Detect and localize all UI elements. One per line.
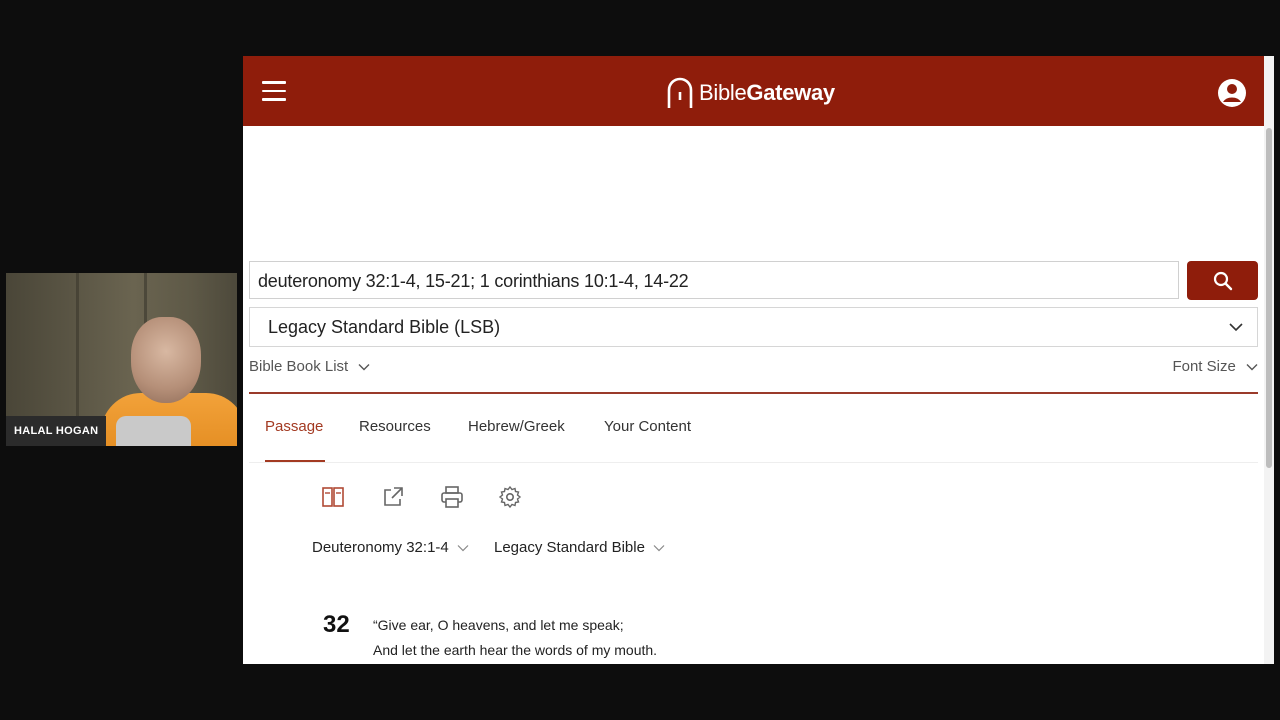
tab-resources[interactable]: Resources xyxy=(359,418,431,435)
scrollbar[interactable] xyxy=(1264,56,1274,664)
version-selected: Legacy Standard Bible (LSB) xyxy=(268,317,501,337)
scrollbar-thumb[interactable] xyxy=(1266,128,1272,468)
search-icon xyxy=(1213,271,1232,290)
passage-panel: Deuteronomy 32:1-4 Legacy Standard Bible… xyxy=(249,462,1258,664)
site-logo[interactable]: BibleGateway xyxy=(665,76,835,110)
search-button[interactable] xyxy=(1187,261,1258,300)
passage-reference-select[interactable]: Deuteronomy 32:1-4 xyxy=(312,539,469,556)
participant-face xyxy=(131,317,201,403)
settings-icon[interactable] xyxy=(498,485,522,509)
webcam-tile: HALAL HOGAN xyxy=(6,273,237,446)
bible-book-list-link[interactable]: Bible Book List xyxy=(249,358,370,375)
chevron-down-icon xyxy=(1229,323,1243,332)
chapter-number: 32 xyxy=(323,611,350,638)
verse-line: And let the earth hear the words of my m… xyxy=(373,642,658,658)
passage-tabs: Passage Resources Hebrew/Greek Your Cont… xyxy=(249,396,1258,462)
verse-line: “Give ear, O heavens, and let me speak; xyxy=(373,617,624,633)
chevron-down-icon xyxy=(653,545,665,552)
print-icon[interactable] xyxy=(440,485,464,509)
share-icon[interactable] xyxy=(381,485,405,509)
tab-passage[interactable]: Passage xyxy=(265,418,323,435)
version-select[interactable]: Legacy Standard Bible (LSB) xyxy=(249,307,1258,347)
brand-light: Bible xyxy=(699,80,747,105)
tab-your-content[interactable]: Your Content xyxy=(604,418,691,435)
font-size-link[interactable]: Font Size xyxy=(1172,358,1258,375)
gateway-logo-icon xyxy=(667,77,693,108)
chevron-down-icon xyxy=(1246,364,1258,371)
translation-select[interactable]: Legacy Standard Bible xyxy=(494,539,665,556)
top-nav: BibleGateway xyxy=(243,56,1274,126)
parallel-icon[interactable] xyxy=(321,485,345,509)
bible-gateway-window: BibleGateway deuteronomy 32:1-4, 15-21; … xyxy=(243,56,1274,664)
search-input[interactable]: deuteronomy 32:1-4, 15-21; 1 corinthians… xyxy=(249,261,1179,299)
chevron-down-icon xyxy=(358,364,370,371)
user-icon[interactable] xyxy=(1217,78,1247,108)
chevron-down-icon xyxy=(457,545,469,552)
brand-bold: Gateway xyxy=(746,80,835,105)
tab-hebrew-greek[interactable]: Hebrew/Greek xyxy=(468,418,565,435)
menu-icon[interactable] xyxy=(262,81,286,101)
participant-name: HALAL HOGAN xyxy=(6,416,107,446)
section-divider xyxy=(249,392,1258,394)
